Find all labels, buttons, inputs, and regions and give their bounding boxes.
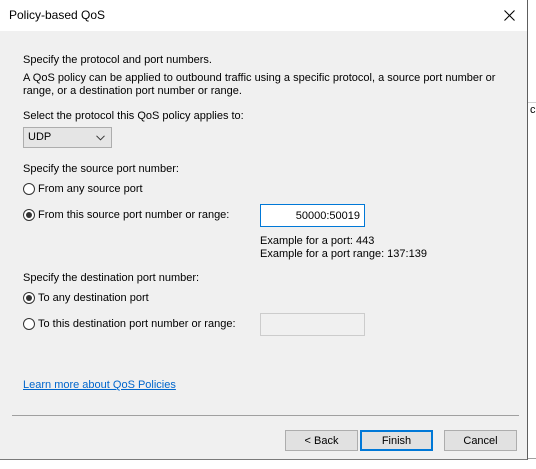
intro-description-line1: A QoS policy can be applied to outbound … (23, 72, 496, 84)
source-any-label: From any source port (38, 183, 143, 195)
radio-circle (23, 183, 35, 195)
destination-any-radio[interactable]: To any destination port (23, 290, 149, 306)
back-button[interactable]: < Back (285, 430, 358, 451)
destination-specific-label: To this destination port number or range… (38, 318, 236, 330)
finish-button[interactable]: Finish (360, 430, 433, 451)
source-port-label: Specify the source port number: (23, 163, 179, 175)
separator (12, 415, 519, 416)
background-window: c (528, 0, 536, 469)
background-divider (528, 102, 536, 103)
destination-port-input[interactable] (260, 313, 365, 336)
radio-circle-checked (23, 292, 35, 304)
radio-circle-checked (23, 209, 35, 221)
close-button[interactable] (493, 0, 527, 31)
source-specific-label: From this source port number or range: (38, 209, 230, 221)
intro-heading: Specify the protocol and port numbers. (23, 54, 212, 66)
protocol-select[interactable]: UDP (23, 127, 112, 148)
source-specific-radio[interactable]: From this source port number or range: (23, 207, 229, 223)
source-port-input[interactable] (260, 204, 365, 227)
close-icon (504, 10, 515, 21)
dialog-title: Policy-based QoS (9, 8, 106, 22)
qos-dialog: Policy-based QoS Specify the protocol an… (0, 0, 528, 460)
dialog-content: Specify the protocol and port numbers. A… (1, 31, 527, 459)
cancel-button[interactable]: Cancel (444, 430, 517, 451)
radio-circle (23, 318, 35, 330)
source-any-radio[interactable]: From any source port (23, 181, 143, 197)
destination-specific-radio[interactable]: To this destination port number or range… (23, 316, 236, 332)
intro-description-line2: range, or a destination port number or r… (23, 85, 242, 97)
destination-any-label: To any destination port (38, 292, 149, 304)
learn-more-link[interactable]: Learn more about QoS Policies (23, 379, 176, 391)
destination-port-label: Specify the destination port number: (23, 272, 200, 284)
source-example-range: Example for a port range: 137:139 (260, 248, 427, 260)
chevron-down-icon (96, 135, 105, 141)
background-bottom-border (528, 458, 536, 459)
title-bar: Policy-based QoS (0, 0, 527, 31)
protocol-label: Select the protocol this QoS policy appl… (23, 110, 244, 122)
background-text: c (530, 104, 536, 116)
source-example-port: Example for a port: 443 (260, 235, 375, 247)
protocol-selected-value: UDP (28, 131, 52, 143)
